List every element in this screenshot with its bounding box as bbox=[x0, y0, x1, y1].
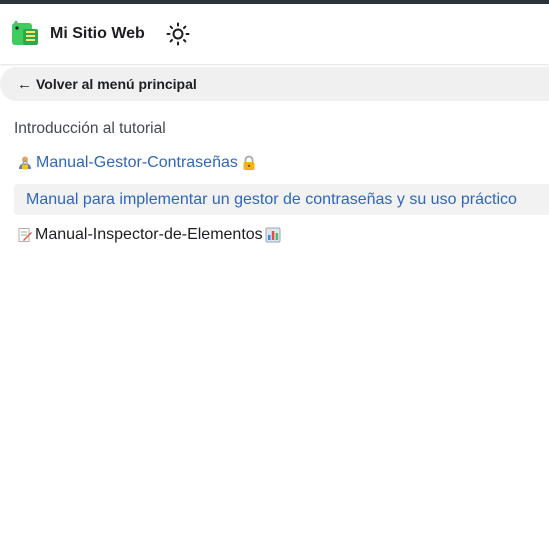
site-title: Mi Sitio Web bbox=[50, 25, 145, 42]
sidebar-item-label: Manual-Gestor-Contraseñas bbox=[36, 154, 238, 171]
dinosaur-logo-icon bbox=[12, 20, 38, 45]
back-label: Volver al menú principal bbox=[36, 76, 197, 92]
brand-link[interactable]: Mi Sitio Web bbox=[11, 20, 145, 48]
sidebar-item-intro[interactable]: Introducción al tutorial bbox=[14, 120, 166, 138]
sidebar-item-element-inspector[interactable]: Manual-Inspector-de-Elementos bbox=[17, 226, 281, 244]
arrow-left-icon: ← bbox=[17, 75, 32, 93]
sun-icon bbox=[166, 22, 190, 46]
sidebar-item-label: Manual-Inspector-de-Elementos bbox=[35, 226, 263, 243]
sidebar-item-label: Manual para implementar un gestor de con… bbox=[26, 190, 517, 208]
memo-icon bbox=[18, 228, 32, 242]
sidebar-item-password-manager[interactable]: Manual-Gestor-Contraseñas bbox=[17, 154, 257, 172]
sidebar-item-label: Introducción al tutorial bbox=[14, 120, 166, 137]
person-lock-icon bbox=[19, 156, 31, 170]
back-to-main-menu-button[interactable]: ← Volver al menú principal bbox=[0, 67, 549, 101]
theme-toggle-button[interactable] bbox=[165, 21, 191, 47]
sidebar-item-active-doc[interactable]: Manual para implementar un gestor de con… bbox=[14, 184, 549, 215]
navbar: Mi Sitio Web bbox=[0, 4, 549, 64]
bar-chart-icon bbox=[265, 227, 281, 243]
lock-icon bbox=[243, 155, 255, 170]
